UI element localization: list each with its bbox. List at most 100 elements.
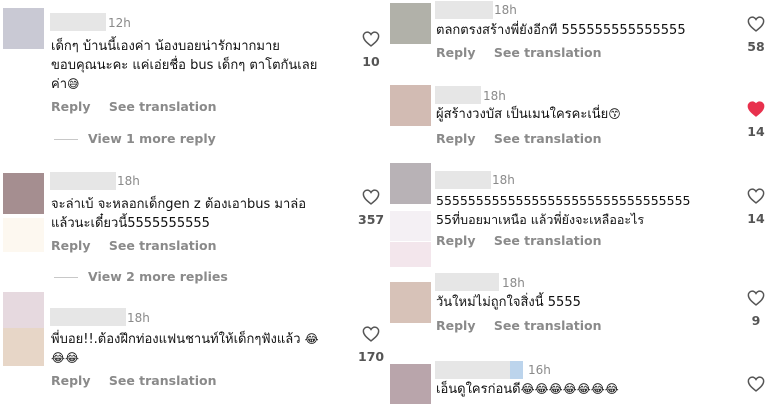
comment-text: ผู้สร้างวงบัส เป็นเมนใครคะเนี่ย😙 xyxy=(436,105,736,124)
emoji: 😙 xyxy=(608,107,621,121)
avatar[interactable] xyxy=(3,8,44,49)
like-control xyxy=(743,376,769,392)
comment-text: 55555555555555555555555555555555 55ที่บอ… xyxy=(436,193,691,227)
avatar-placeholder xyxy=(3,218,44,252)
like-count: 170 xyxy=(358,349,385,364)
like-control: 58 xyxy=(743,16,769,54)
heart-outline-icon[interactable] xyxy=(747,290,765,306)
emoji: 😂😂😂😂😂😂😂 xyxy=(520,382,619,396)
like-control: 170 xyxy=(358,326,384,364)
avatar[interactable] xyxy=(3,292,44,328)
comment-actions: Reply See translation xyxy=(51,99,217,115)
see-translation-link[interactable]: See translation xyxy=(109,238,217,253)
comment-body: พี่บอย!!.ต้องฝึกท่องแฟนชานท์ให้เด็กๆฟังแ… xyxy=(51,332,305,347)
emoji: 😂 xyxy=(304,332,319,346)
comment-text: ตลกตรงสร้างพี่ยังอีกที 555555555555555 xyxy=(436,23,686,38)
heart-outline-icon[interactable] xyxy=(747,376,765,392)
view-replies-link[interactable]: View 2 more replies xyxy=(54,269,228,285)
reply-button[interactable]: Reply xyxy=(51,373,90,388)
reply-button[interactable]: Reply xyxy=(436,131,475,146)
comment-text: เด็กๆ บ้านนี้เองค่า น้องบอยน่ารักมากมาย … xyxy=(51,37,351,94)
avatar[interactable] xyxy=(390,3,431,44)
comment-item: 18h ผู้สร้างวงบัส เป็นเมนใครคะเนี่ย😙 Rep… xyxy=(385,85,770,155)
comment-actions: Reply See translation xyxy=(436,318,602,334)
username-redacted[interactable] xyxy=(435,171,491,189)
comment-actions: Reply See translation xyxy=(436,131,602,147)
reply-button[interactable]: Reply xyxy=(51,99,90,114)
comment-actions: Reply See translation xyxy=(51,373,217,389)
see-translation-link[interactable]: See translation xyxy=(494,45,602,60)
like-count: 357 xyxy=(358,212,385,227)
like-count: 14 xyxy=(747,124,765,139)
heart-outline-icon[interactable] xyxy=(362,31,380,47)
like-count: 10 xyxy=(362,54,380,69)
username-redacted[interactable] xyxy=(435,273,499,291)
like-control: 9 xyxy=(743,290,769,328)
comment-item: 18h ตลกตรงสร้างพี่ยังอีกที 5555555555555… xyxy=(385,0,770,70)
username-redacted[interactable] xyxy=(435,86,481,104)
reply-button[interactable]: Reply xyxy=(436,318,475,333)
comment-item: 18h วันใหม่ไม่ถูกใจสิ่งนี้ 5555 Reply Se… xyxy=(385,272,770,344)
avatar[interactable] xyxy=(390,364,431,404)
emoji: 😂😂 xyxy=(51,351,80,365)
reply-button[interactable]: Reply xyxy=(436,45,475,60)
heart-outline-icon[interactable] xyxy=(362,326,380,342)
like-control: 14 xyxy=(743,188,769,226)
like-control: 357 xyxy=(358,189,384,227)
emoji: 😅 xyxy=(67,77,80,91)
comment-body: ผู้สร้างวงบัส เป็นเมนใครคะเนี่ย xyxy=(436,107,609,122)
comment-text: จะล่าเบ้ จะหลอกเด็กgen z ต้องเอาbus มาล่… xyxy=(51,197,307,231)
see-translation-link[interactable]: See translation xyxy=(109,373,217,388)
comment-actions: Reply See translation xyxy=(51,238,217,254)
view-replies-label: View 2 more replies xyxy=(88,269,228,284)
reply-button[interactable]: Reply xyxy=(51,238,90,253)
see-translation-link[interactable]: See translation xyxy=(494,131,602,146)
comment-time: 16h xyxy=(528,363,551,377)
comment-time: 18h xyxy=(492,173,515,187)
like-count: 14 xyxy=(747,211,765,226)
comment-text: พี่บอย!!.ต้องฝึกท่องแฟนชานท์ให้เด็กๆฟังแ… xyxy=(51,330,351,368)
comment-time: 12h xyxy=(108,16,131,30)
heart-filled-icon[interactable] xyxy=(747,101,765,117)
comment-item: 18h 55555555555555555555555555555555 55ท… xyxy=(385,162,770,267)
comment-item: 16h เอ็นดูใครก่อนดี😂😂😂😂😂😂😂 xyxy=(385,358,770,404)
comment-item: 18h จะล่าเบ้ จะหลอกเด็กgen z ต้องเอาbus … xyxy=(0,165,385,265)
view-replies-link[interactable]: View 1 more reply xyxy=(54,131,216,147)
username-redacted[interactable] xyxy=(435,361,523,379)
see-translation-link[interactable]: See translation xyxy=(494,318,602,333)
heart-outline-icon[interactable] xyxy=(362,189,380,205)
avatar-placeholder xyxy=(390,211,431,241)
comment-actions: Reply See translation xyxy=(436,233,602,249)
comment-time: 18h xyxy=(117,174,140,188)
avatar-placeholder xyxy=(3,328,44,366)
comment-item: 18h พี่บอย!!.ต้องฝึกท่องแฟนชานท์ให้เด็กๆ… xyxy=(0,292,385,404)
heart-outline-icon[interactable] xyxy=(747,188,765,204)
see-translation-link[interactable]: See translation xyxy=(109,99,217,114)
username-redacted[interactable] xyxy=(50,308,126,326)
like-control: 14 xyxy=(743,101,769,139)
comment-time: 18h xyxy=(483,89,506,103)
view-replies-label: View 1 more reply xyxy=(88,131,216,146)
avatar[interactable] xyxy=(390,85,431,126)
comment-item: 12h เด็กๆ บ้านนี้เองค่า น้องบอยน่ารักมาก… xyxy=(0,0,385,130)
avatar[interactable] xyxy=(3,173,44,214)
comment-time: 18h xyxy=(502,276,525,290)
reply-button[interactable]: Reply xyxy=(436,233,475,248)
comment-text: เอ็นดูใครก่อนดี😂😂😂😂😂😂😂 xyxy=(436,380,736,399)
avatar-placeholder xyxy=(390,242,431,267)
comment-text: วันใหม่ไม่ถูกใจสิ่งนี้ 5555 xyxy=(436,295,581,310)
replies-divider xyxy=(54,139,78,140)
replies-divider xyxy=(54,277,78,278)
avatar[interactable] xyxy=(390,163,431,204)
username-redacted[interactable] xyxy=(435,1,493,19)
see-translation-link[interactable]: See translation xyxy=(494,233,602,248)
avatar[interactable] xyxy=(390,282,431,323)
like-control: 10 xyxy=(358,31,384,69)
like-count: 9 xyxy=(751,313,761,328)
comment-actions: Reply See translation xyxy=(436,45,602,61)
username-redacted[interactable] xyxy=(50,172,116,190)
right-comments-panel: 18h ตลกตรงสร้างพี่ยังอีกที 5555555555555… xyxy=(385,0,770,404)
like-count: 58 xyxy=(747,39,765,54)
heart-outline-icon[interactable] xyxy=(747,16,765,32)
username-redacted[interactable] xyxy=(50,13,106,31)
